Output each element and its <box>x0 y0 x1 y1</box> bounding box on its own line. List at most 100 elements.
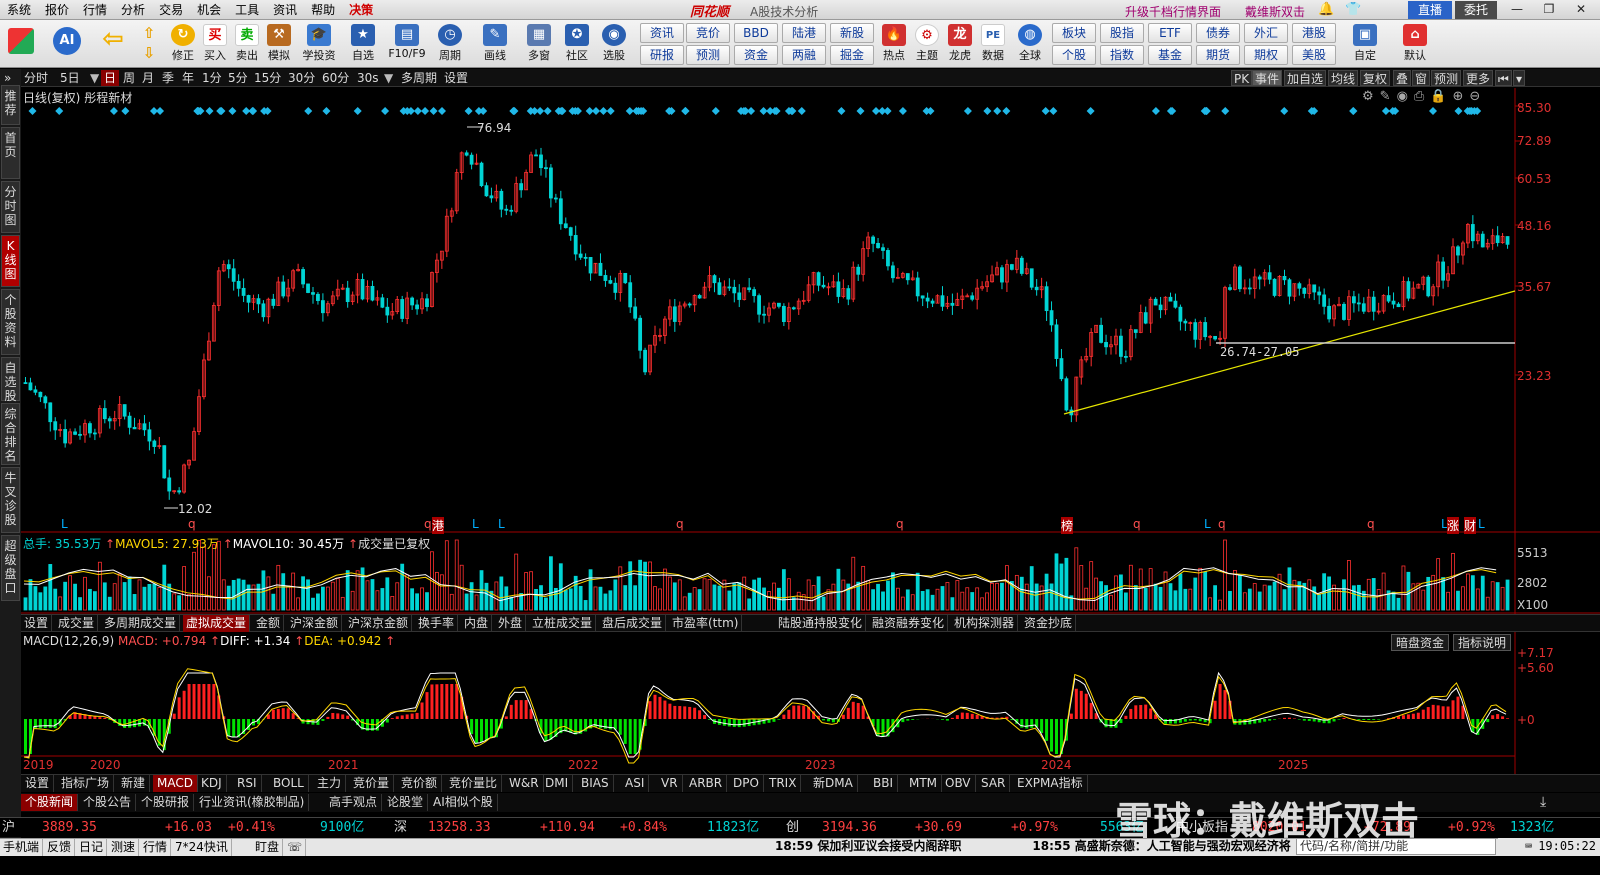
indicator-tab-3[interactable]: 虚拟成交量 <box>183 615 251 632</box>
indicator-help-button[interactable]: 指标说明 <box>1453 634 1512 651</box>
indicator-tab-15[interactable]: 机构探测器 <box>951 615 1019 632</box>
status-item-4[interactable]: 行情 <box>140 839 172 856</box>
dark-pool-button[interactable]: 暗盘资金 <box>1391 634 1450 651</box>
print-icon[interactable]: ⎙ <box>1414 89 1430 104</box>
period-1min[interactable]: 1分 <box>199 70 225 86</box>
formula-tab-0[interactable]: 设置 <box>21 775 55 792</box>
formula-tab-20[interactable]: BBI <box>869 775 899 792</box>
event-marker[interactable]: L <box>498 517 505 531</box>
grid-btn-dig[interactable]: 掘金 <box>830 45 874 65</box>
news-tab-6[interactable]: AI相似个股 <box>429 794 498 811</box>
formula-tab-10[interactable]: 竞价量比 <box>445 775 503 792</box>
grid-btn-bbd[interactable]: BBD <box>734 23 778 43</box>
pk-button[interactable]: PK <box>1231 70 1253 86</box>
watchlist-button[interactable]: ★ 自选 <box>345 22 381 66</box>
up-down-button[interactable]: ⇧ ⇩ <box>136 22 162 66</box>
sidebar-tab-watchlist[interactable]: 自选股 <box>1 357 20 403</box>
formula-tab-13[interactable]: BIAS <box>577 775 614 792</box>
period-dropdown-icon[interactable]: ▼ <box>87 70 102 86</box>
formula-tab-5[interactable]: RSI <box>233 775 262 792</box>
learn-button[interactable]: 🎓 学投资 <box>299 22 339 66</box>
sell-button[interactable]: 卖卖出 <box>230 22 264 66</box>
formula-tab-19[interactable]: 新DMA <box>809 775 858 792</box>
menu-item-info[interactable]: 资讯 <box>266 0 304 20</box>
formula-tab-4[interactable]: KDJ <box>197 775 227 792</box>
formula-tab-9[interactable]: 竞价额 <box>397 775 443 792</box>
grid-btn-news[interactable]: 资讯 <box>640 23 684 43</box>
grid-btn-hk-stocks[interactable]: 港股 <box>1292 23 1336 43</box>
settings-icon[interactable]: ⚙ <box>1362 89 1380 104</box>
news-tab-4[interactable]: 高手观点 <box>325 794 383 811</box>
grid-btn-ipo[interactable]: 新股 <box>830 23 874 43</box>
status-item-3[interactable]: 测速 <box>108 839 140 856</box>
status-item-0[interactable]: 手机端 <box>0 839 44 856</box>
period-button[interactable]: ◷ 周期 <box>432 22 468 66</box>
event-marker[interactable]: L <box>472 517 479 531</box>
restore-icon[interactable]: ❐ <box>1538 2 1560 18</box>
news-tab-2[interactable]: 个股研报 <box>137 794 195 811</box>
indicator-tab-1[interactable]: 成交量 <box>55 615 99 632</box>
event-marker[interactable]: 涨 <box>1447 517 1460 534</box>
global-button[interactable]: ◍ 全球 <box>1011 22 1049 66</box>
multi-window-button[interactable]: ▦ 多窗 <box>521 22 557 66</box>
status-item-2[interactable]: 日记 <box>76 839 108 856</box>
ticker-item[interactable]: 18:55 高盛斯奈德：人工智能与强劲宏观经济将 <box>1032 839 1290 853</box>
formula-tab-22[interactable]: OBV <box>941 775 976 792</box>
bell-icon[interactable]: 🔔 <box>1318 2 1334 17</box>
event-marker[interactable]: L <box>61 517 68 531</box>
news-tab-0[interactable]: 个股新闻 <box>21 794 79 811</box>
period-60min[interactable]: 60分 <box>319 70 352 86</box>
formula-tab-7[interactable]: 主力 <box>313 775 347 792</box>
indicator-tab-10[interactable]: 立桩成交量 <box>529 615 597 632</box>
sidebar-tab-kline[interactable]: K线图 <box>1 235 20 287</box>
zoom-out-icon[interactable]: ⊖ <box>1469 89 1486 104</box>
indicator-tab-9[interactable]: 外盘 <box>495 615 527 632</box>
default-button[interactable]: ⌂ 默认 <box>1395 22 1435 66</box>
news-ticker[interactable]: 18:59 保加利亚议会接受内阁辞职 18:55 高盛斯奈德：人工智能与强劲宏观… <box>775 838 1291 855</box>
status-item-1[interactable]: 反馈 <box>44 839 76 856</box>
expand-icon[interactable]: » <box>4 71 11 85</box>
zoom-in-icon[interactable]: ⊕ <box>1453 89 1470 104</box>
event-marker[interactable]: q <box>1218 517 1226 531</box>
formula-tab-6[interactable]: BOLL <box>269 775 309 792</box>
period-week[interactable]: 周 <box>120 70 138 86</box>
indicator-tab-11[interactable]: 盘后成交量 <box>599 615 667 632</box>
overlay-button[interactable]: 叠 <box>1393 70 1412 86</box>
grid-btn-auction[interactable]: 竞价 <box>686 23 730 43</box>
menu-item-tools[interactable]: 工具 <box>228 0 266 20</box>
sidebar-tab-stock-info[interactable]: 个股资料 <box>1 289 20 355</box>
menu-item-help[interactable]: 帮助 <box>304 0 342 20</box>
grid-btn-forex[interactable]: 外汇 <box>1244 23 1288 43</box>
indicator-tab-12[interactable]: 市盈率(ttm) <box>669 615 743 632</box>
user-name[interactable]: 戴维斯双击 <box>1245 3 1305 20</box>
menu-item-trade[interactable]: 交易 <box>152 0 190 20</box>
formula-tab-11[interactable]: W&R <box>505 775 544 792</box>
period-5min[interactable]: 5分 <box>225 70 251 86</box>
grid-btn-margin[interactable]: 两融 <box>782 45 826 65</box>
formula-tab-3[interactable]: MACD <box>153 775 198 792</box>
grid-btn-bonds[interactable]: 债券 <box>1196 23 1240 43</box>
event-marker[interactable]: q <box>676 517 684 531</box>
dragon-tiger-button[interactable]: 龙龙虎 <box>943 22 977 66</box>
period-multi[interactable]: 多周期 <box>398 70 440 86</box>
sidebar-tab-diagnosis[interactable]: 牛叉诊股 <box>1 467 20 533</box>
forecast-button[interactable]: 预测 <box>1431 70 1462 86</box>
lock-icon[interactable]: 🔒 <box>1430 89 1452 104</box>
menu-item-quote[interactable]: 报价 <box>38 0 76 20</box>
event-marker[interactable]: 榜 <box>1061 517 1074 534</box>
skin-icon[interactable]: 👕 <box>1345 2 1361 17</box>
sidebar-tab-intraday[interactable]: 分时图 <box>1 181 20 233</box>
event-marker[interactable]: q <box>1133 517 1141 531</box>
indicator-tab-7[interactable]: 换手率 <box>415 615 459 632</box>
grid-btn-futures[interactable]: 期货 <box>1196 45 1240 65</box>
pencil-icon[interactable]: ✎ <box>1380 89 1397 104</box>
grid-btn-index[interactable]: 指数 <box>1100 45 1144 65</box>
period-30min[interactable]: 30分 <box>285 70 318 86</box>
formula-tab-1[interactable]: 指标广场 <box>57 775 115 792</box>
period-5day[interactable]: 5日 <box>57 70 83 86</box>
community-button[interactable]: ✪ 社区 <box>561 22 593 66</box>
grid-btn-sector[interactable]: 板块 <box>1052 23 1096 43</box>
home-grid-button[interactable] <box>4 22 38 66</box>
formula-tab-23[interactable]: SAR <box>977 775 1011 792</box>
simulate-button[interactable]: ⚒ 模拟 <box>262 22 296 66</box>
